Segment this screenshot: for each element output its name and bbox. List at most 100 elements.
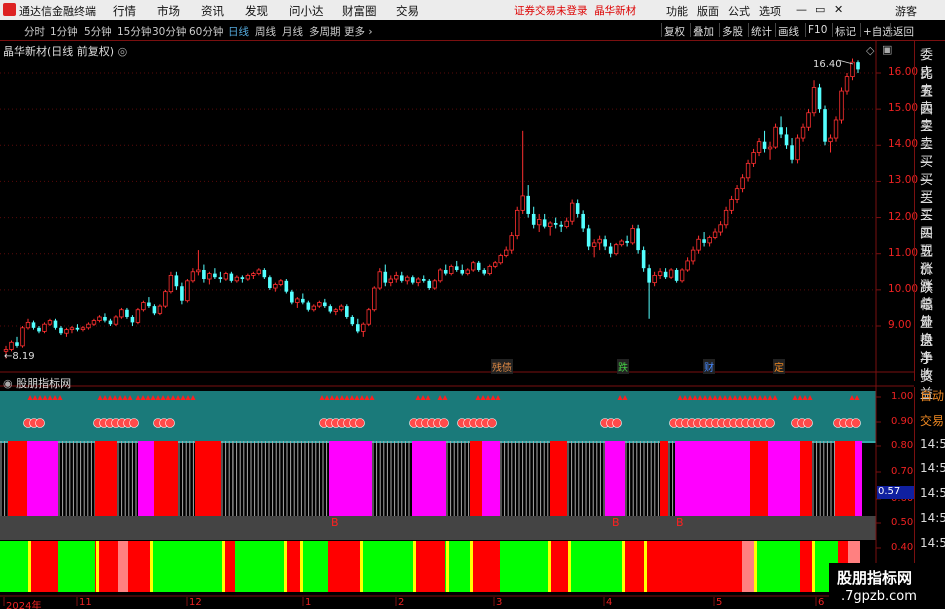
candle-body <box>520 195 525 211</box>
chart-window-icon[interactable]: ▣ <box>882 43 892 56</box>
stripe-block <box>855 441 862 516</box>
candle-body <box>91 320 97 325</box>
candle-body <box>174 275 179 287</box>
time-axis-label: 2 <box>398 597 405 608</box>
candle-body <box>603 239 607 247</box>
trade-panel-item: 14:5 <box>920 535 945 550</box>
stripe-block <box>550 441 567 516</box>
watermark: 股朋指标网 .7gpzb.com <box>829 563 945 609</box>
stripe-block <box>470 441 482 516</box>
candle-body <box>345 306 349 317</box>
candle-body <box>168 274 174 293</box>
time-axis-label: 11 <box>79 597 92 608</box>
kline-chart[interactable]: BBB <box>0 0 945 609</box>
candle-body <box>268 277 272 289</box>
event-marker[interactable]: 跌 <box>617 359 629 374</box>
bottom-bar-divider <box>284 541 287 592</box>
candle-body <box>278 280 284 285</box>
candle-body <box>800 126 806 139</box>
candle-body <box>536 218 542 226</box>
chart-diamond-icon[interactable]: ◇ <box>866 44 874 57</box>
candle-body <box>317 302 322 307</box>
candle-body <box>273 284 278 289</box>
candle-body <box>779 127 783 135</box>
candle-body <box>185 280 190 302</box>
bottom-bar-segment <box>644 541 742 592</box>
candle-body <box>59 327 63 334</box>
candle-body <box>399 275 404 281</box>
candle-body <box>679 269 685 282</box>
bottom-bar-divider <box>568 541 571 592</box>
event-marker[interactable]: 财 <box>703 359 715 374</box>
candle-body <box>751 152 756 164</box>
candle-body <box>767 146 773 150</box>
candle-body <box>251 273 256 276</box>
candle-body <box>773 126 778 148</box>
candle-body <box>383 271 388 283</box>
candle-body <box>696 238 701 251</box>
event-marker[interactable]: 定 <box>773 359 785 374</box>
candle-body <box>509 235 514 251</box>
candle-body <box>729 199 734 211</box>
candle-body <box>405 276 410 282</box>
indicator-gray-band <box>0 516 876 540</box>
candle-body <box>427 280 432 289</box>
bottom-bar-segment <box>360 541 413 592</box>
stripe-block <box>482 441 500 516</box>
signal-ball <box>612 418 622 428</box>
candle-body <box>284 280 289 292</box>
bottom-bar-segment <box>754 541 800 592</box>
trade-panel-item[interactable]: 交易 <box>920 412 944 429</box>
bottom-bar-segment <box>470 541 500 592</box>
signal-ball <box>803 418 813 428</box>
candle-body <box>163 291 168 307</box>
candle-body <box>80 327 86 331</box>
signal-ball <box>165 418 175 428</box>
bottom-bar-segment <box>0 541 28 592</box>
candle-body <box>388 278 393 284</box>
candle-body <box>674 269 679 281</box>
candle-body <box>564 220 569 228</box>
candle-body <box>53 320 58 328</box>
candle-body <box>526 195 530 214</box>
signal-ball <box>129 418 139 428</box>
bottom-bar-divider <box>622 541 625 592</box>
candle-body <box>240 277 245 280</box>
candle-body <box>207 273 212 280</box>
candle-body <box>641 250 646 269</box>
candle-body <box>454 266 459 270</box>
candle-body <box>531 213 536 225</box>
candle-body <box>685 260 690 271</box>
candle-body <box>625 241 629 243</box>
candle-body <box>47 320 53 325</box>
indicator-axis-label: 1.00 <box>891 391 914 402</box>
bottom-bar-segment <box>150 541 222 592</box>
bottom-bar-divider <box>446 541 449 592</box>
trade-panel-item: 14:5 <box>920 486 945 501</box>
signal-ball <box>487 418 497 428</box>
candle-body <box>355 324 360 332</box>
stripe-block <box>154 441 178 516</box>
trade-panel-item[interactable]: 自动 <box>920 387 944 404</box>
candle-body <box>438 269 443 282</box>
indicator-toggle-icon[interactable]: ◉ <box>3 377 13 390</box>
candle-body <box>234 276 240 282</box>
candle-body <box>290 291 294 303</box>
trade-panel-item: 14:5 <box>920 511 945 525</box>
candle-body <box>97 316 102 321</box>
candle-body <box>553 222 558 225</box>
event-marker[interactable]: 残债 <box>491 359 513 374</box>
candlestick-series <box>3 58 860 359</box>
bottom-bar-segment <box>622 541 644 592</box>
candle-body <box>762 141 767 149</box>
bottom-bar-segment <box>413 541 445 592</box>
candle-body <box>295 298 300 303</box>
candle-body <box>443 269 448 274</box>
candle-body <box>20 327 25 347</box>
candle-body <box>69 327 75 331</box>
candle-body <box>702 239 706 243</box>
bottom-bar-divider <box>96 541 99 592</box>
signal-ball <box>765 418 775 428</box>
stripe-block <box>8 441 27 516</box>
candle-body <box>75 327 80 330</box>
